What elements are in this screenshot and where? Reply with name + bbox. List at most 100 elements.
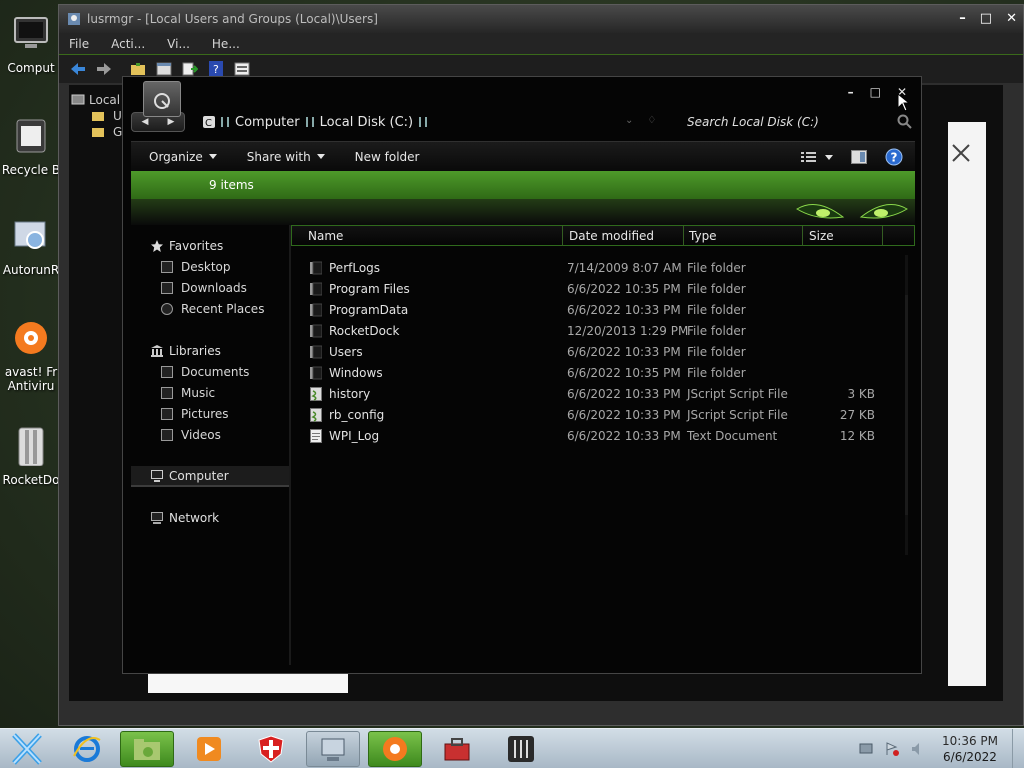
file-type: File folder [687,365,746,380]
system-tray [858,741,926,757]
forward-arrow-icon[interactable] [95,60,113,78]
back-arrow-icon[interactable]: ◀ [142,117,149,127]
nav-item-recent-places[interactable]: Recent Places [131,298,289,319]
preview-pane-icon[interactable] [851,150,867,164]
forward-arrow-icon[interactable]: ▶ [168,117,175,127]
change-view-button[interactable] [801,151,833,163]
nav-item-videos[interactable]: Videos [131,424,289,445]
file-type: File folder [687,260,746,275]
breadcrumb-separator-icon[interactable] [419,117,428,127]
maximize-icon[interactable]: □ [980,11,992,26]
breadcrumb-computer[interactable]: Computer [235,115,300,130]
back-arrow-icon[interactable] [69,60,87,78]
taskbar-avast[interactable] [368,731,422,767]
taskbar-mixer[interactable] [494,731,548,767]
nav-item-music[interactable]: Music [131,382,289,403]
start-button[interactable] [4,731,50,767]
file-row[interactable]: Users 6/6/2022 10:33 PM File folder [291,341,915,362]
close-icon[interactable]: ✕ [1006,11,1017,26]
show-desktop-button[interactable] [1012,729,1024,768]
column-header-name[interactable]: Name [308,229,343,243]
file-row[interactable]: Program Files 6/6/2022 10:35 PM File folde… [291,278,915,299]
column-header-date[interactable]: Date modified [569,229,654,243]
nav-network[interactable]: Network [131,507,289,528]
folder-icon [134,739,160,760]
videos-icon [161,428,173,441]
desktop-icon-recycle-bin[interactable]: Recycle B [0,116,62,177]
nav-libraries[interactable]: Libraries [131,340,289,361]
column-header-type[interactable]: Type [689,229,717,243]
avast-icon [383,737,407,761]
taskbar-security[interactable] [244,731,298,767]
file-row[interactable]: Windows 6/6/2022 10:35 PM File folder [291,362,915,383]
clock[interactable]: 10:36 PM 6/6/2022 [942,733,998,765]
rocketdock-icon [18,427,44,467]
menu-view[interactable]: Vi... [167,37,190,51]
menu-help[interactable]: He... [212,37,240,51]
file-row[interactable]: RocketDock 12/20/2013 1:29 PM File folder [291,320,915,341]
new-folder-button[interactable]: New folder [355,150,420,164]
nav-item-label: Recent Places [181,301,265,316]
menu-file[interactable]: File [69,37,89,51]
address-dropdown-icon[interactable]: ⌄ [625,115,633,126]
taskbar-media-player[interactable] [182,731,236,767]
breadcrumb-separator-icon[interactable] [305,117,314,127]
desktop-icon-avast[interactable]: avast! Fr Antiviru [0,318,62,393]
desktop-icon-computer[interactable]: Comput [0,14,62,75]
tree-root-label[interactable]: Local [89,93,120,107]
explorer-window[interactable]: – □ ✕ ◀ ▶ C Computer Local Disk (C:) ⌄ ♢… [122,76,922,674]
file-row[interactable]: WPI_Log 6/6/2022 10:33 PM Text Document 12 … [291,425,915,446]
action-center-icon[interactable] [884,741,900,757]
computer-location-icon: C [203,116,215,128]
details-header-bar: 9 items [131,171,915,199]
lusrmgr-titlebar[interactable]: lusrmgr - [Local Users and Groups (Local… [59,5,1023,33]
volume-icon[interactable] [910,741,926,757]
search-box[interactable]: Search Local Disk (C:) [679,111,915,133]
nav-item-documents[interactable]: Documents [131,361,289,382]
file-row[interactable]: history 6/6/2022 10:33 PM JScript Script F… [291,383,915,404]
close-icon[interactable] [950,142,972,164]
nav-item-downloads[interactable]: Downloads [131,277,289,298]
share-with-button[interactable]: Share with [247,150,325,164]
help-icon[interactable]: ? [885,148,903,166]
nav-computer[interactable]: Computer [131,466,289,487]
network-icon [151,511,163,524]
folder-icon [310,345,322,359]
file-row[interactable]: rb_config 6/6/2022 10:33 PM JScript Script… [291,404,915,425]
nav-item-desktop[interactable]: Desktop [131,256,289,277]
decorative-band [131,199,915,225]
minimize-icon[interactable]: – [959,11,966,26]
search-icon[interactable] [897,114,913,130]
file-row[interactable]: ProgramData 6/6/2022 10:33 PM File folder [291,299,915,320]
file-type: JScript Script File [687,407,788,422]
organize-button[interactable]: Organize [149,150,217,164]
desktop-icon-autoruns[interactable]: AutorunR [0,216,62,277]
nav-favorites[interactable]: Favorites [131,235,289,256]
maximize-icon[interactable]: □ [870,85,881,99]
breadcrumb[interactable]: C Computer Local Disk (C:) [203,115,428,130]
refresh-icon[interactable]: ♢ [647,115,656,126]
file-name: PerfLogs [329,260,381,275]
recent-places-icon [161,302,173,315]
minimize-icon[interactable]: – [848,85,854,99]
desktop-icon-label: AutorunR [2,263,60,277]
tree-item-users[interactable]: U [113,109,122,123]
scrollbar[interactable] [901,255,913,555]
taskbar-toolbox[interactable] [430,731,484,767]
column-header-size[interactable]: Size [809,229,834,243]
breadcrumb-separator-icon[interactable] [221,117,229,127]
file-row[interactable]: PerfLogs 7/14/2009 8:07 AM File folder [291,257,915,278]
desktop-icon-rocketdock[interactable]: RocketDo [0,426,62,487]
network-tray-icon[interactable] [858,741,874,757]
tree-item-groups[interactable]: G [113,125,122,139]
file-date: 6/6/2022 10:35 PM [567,365,681,380]
taskbar-internet-explorer[interactable] [60,731,114,767]
menu-action[interactable]: Acti... [111,37,145,51]
breadcrumb-local-disk[interactable]: Local Disk (C:) [320,115,413,130]
taskbar-computer-management[interactable] [306,731,360,767]
taskbar-explorer[interactable] [120,731,174,767]
mixer-icon [508,736,534,762]
nav-item-pictures[interactable]: Pictures [131,403,289,424]
file-date: 6/6/2022 10:33 PM [567,344,681,359]
taskbar: 10:36 PM 6/6/2022 [0,728,1024,768]
